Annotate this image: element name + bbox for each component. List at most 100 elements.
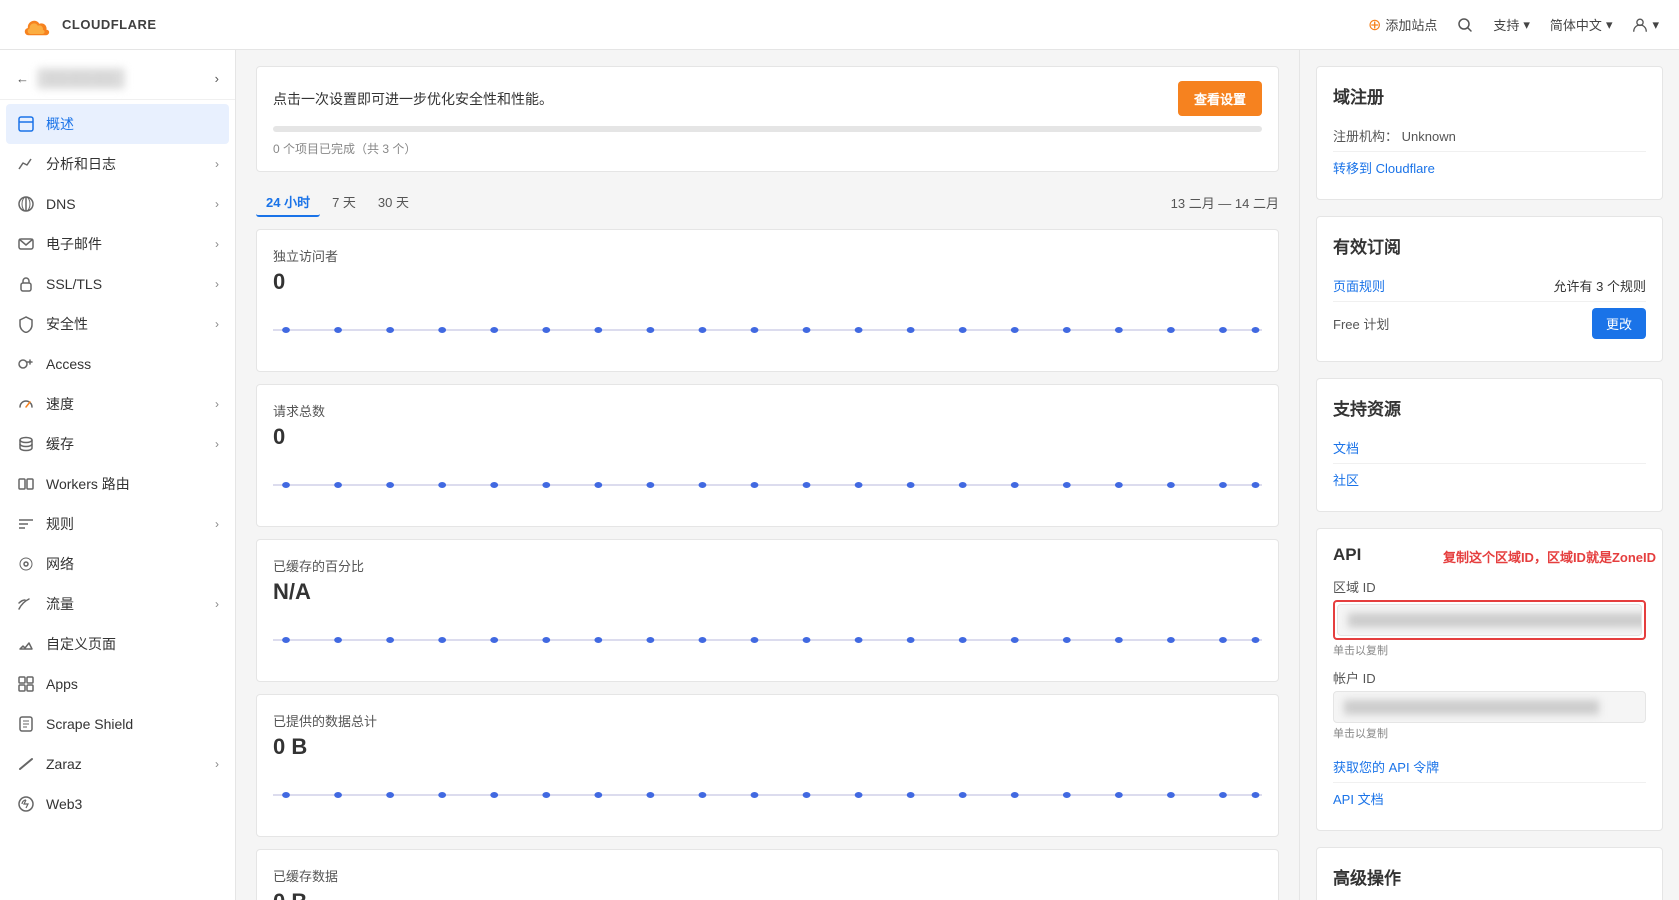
sidebar-item-ssl[interactable]: SSL/TLS › <box>0 264 235 304</box>
sidebar-item-access[interactable]: Access <box>0 344 235 384</box>
sidebar-label-security: 安全性 <box>46 314 205 334</box>
topnav-left: CLOUDFLARE <box>20 13 157 37</box>
add-site-label: 添加站点 <box>1385 15 1437 34</box>
api-docs-link[interactable]: API 文档 <box>1333 789 1384 808</box>
search-button[interactable] <box>1457 17 1473 33</box>
zone-id-copy-text[interactable]: 单击以复制 <box>1333 642 1646 658</box>
account-id-value: ██████████████████████████████ <box>1344 700 1599 714</box>
network-icon <box>16 554 36 574</box>
chart-requests-area <box>273 460 1262 510</box>
chart-requests-title: 请求总数 <box>273 401 1262 420</box>
plan-label: Free 计划 <box>1333 314 1389 333</box>
sidebar-label-workers: Workers 路由 <box>46 474 219 494</box>
sidebar-item-web3[interactable]: Web3 <box>0 784 235 824</box>
chart-cache-pct-line <box>273 615 1262 665</box>
sidebar-item-email[interactable]: 电子邮件 › <box>0 224 235 264</box>
chart-visitors: 独立访问者 0 <box>256 229 1279 372</box>
plan-row: Free 计划 更改 <box>1333 302 1646 345</box>
speed-chevron-icon: › <box>215 397 219 411</box>
time-tab-24h[interactable]: 24 小时 <box>256 188 320 217</box>
sidebar-item-security[interactable]: 安全性 › <box>0 304 235 344</box>
sidebar-item-traffic[interactable]: 流量 › <box>0 584 235 624</box>
chart-cached-data: 已缓存数据 0 B <box>256 849 1279 900</box>
transfer-row: 转移到 Cloudflare <box>1333 152 1646 183</box>
sidebar-item-network[interactable]: 网络 <box>0 544 235 584</box>
sidebar-label-scrapeshield: Scrape Shield <box>46 716 219 732</box>
sidebar-label-access: Access <box>46 356 219 372</box>
api-token-link[interactable]: 获取您的 API 令牌 <box>1333 757 1439 776</box>
lock-icon <box>16 274 36 294</box>
sidebar-back-button[interactable]: ← 域名域名域名 › <box>0 58 235 100</box>
sidebar-item-scrapeshield[interactable]: Scrape Shield <box>0 704 235 744</box>
user-button[interactable]: ▾ <box>1632 17 1659 33</box>
dns-chevron-icon: › <box>215 197 219 211</box>
logo[interactable]: CLOUDFLARE <box>20 13 157 37</box>
chart-icon <box>16 154 36 174</box>
setup-progress-text: 0 个项目已完成（共 3 个） <box>273 140 1262 157</box>
sidebar-label-web3: Web3 <box>46 796 219 812</box>
account-id-field[interactable]: ██████████████████████████████ <box>1333 691 1646 723</box>
community-link[interactable]: 社区 <box>1333 470 1359 489</box>
change-plan-button[interactable]: 更改 <box>1592 308 1646 339</box>
sidebar-label-cache: 缓存 <box>46 434 205 454</box>
api-account-id-container: 帐户 ID ██████████████████████████████ 单击以… <box>1333 668 1646 741</box>
sidebar-item-analytics[interactable]: 分析和日志 › <box>0 144 235 184</box>
cache-icon <box>16 434 36 454</box>
api-token-row: 获取您的 API 令牌 <box>1333 751 1646 783</box>
sidebar-item-apps[interactable]: Apps <box>0 664 235 704</box>
add-site-button[interactable]: ⊕ 添加站点 <box>1368 15 1437 35</box>
dns-icon <box>16 194 36 214</box>
setup-settings-button[interactable]: 查看设置 <box>1178 81 1262 116</box>
right-panel: 域注册 注册机构： Unknown 转移到 Cloudflare 有效订阅 页面… <box>1299 50 1679 900</box>
security-chevron-icon: › <box>215 317 219 331</box>
sidebar-label-network: 网络 <box>46 554 219 574</box>
chart-cache-pct-value: N/A <box>273 579 1262 605</box>
api-zone-id-container: 复制这个区域ID，区域ID就是ZoneID 区域 ID ████████████… <box>1333 577 1646 658</box>
domain-text: 域名域名域名 <box>37 68 125 89</box>
back-arrow-icon: ← <box>16 71 29 86</box>
access-icon <box>16 354 36 374</box>
zone-id-box-annotated: ████████████████████████████████████ <box>1333 600 1646 640</box>
zone-id-field[interactable]: ████████████████████████████████████ <box>1337 604 1642 636</box>
time-tab-7d[interactable]: 7 天 <box>322 188 366 217</box>
docs-link[interactable]: 文档 <box>1333 438 1359 457</box>
user-chevron-icon: ▾ <box>1652 17 1659 33</box>
topnav: CLOUDFLARE ⊕ 添加站点 支持 ▾ 简体中文 ▾ ▾ <box>0 0 1679 50</box>
language-label: 简体中文 <box>1550 15 1602 34</box>
chart-data-title: 已提供的数据总计 <box>273 711 1262 730</box>
sidebar-item-dns[interactable]: DNS › <box>0 184 235 224</box>
sidebar-item-custom[interactable]: 自定义页面 <box>0 624 235 664</box>
subscription-title: 有效订阅 <box>1333 233 1646 258</box>
support-chevron-icon: ▾ <box>1523 17 1530 33</box>
chart-requests-value: 0 <box>273 424 1262 450</box>
time-tab-30d[interactable]: 30 天 <box>368 188 419 217</box>
docs-row: 文档 <box>1333 432 1646 464</box>
setup-banner-text: 点击一次设置即可进一步优化安全性和性能。 <box>273 89 553 109</box>
support-button[interactable]: 支持 ▾ <box>1493 15 1530 34</box>
sidebar-label-email: 电子邮件 <box>46 234 205 254</box>
sidebar-item-zaraz[interactable]: Zaraz › <box>0 744 235 784</box>
chart-requests: 请求总数 0 <box>256 384 1279 527</box>
page-rules-link[interactable]: 页面规则 <box>1333 276 1385 295</box>
zone-id-value: ████████████████████████████████████ <box>1348 613 1642 627</box>
page-rules-row: 页面规则 允许有 3 个规则 <box>1333 270 1646 302</box>
sidebar-item-speed[interactable]: 速度 › <box>0 384 235 424</box>
language-button[interactable]: 简体中文 ▾ <box>1550 15 1613 34</box>
cloudflare-logo-icon <box>20 13 56 37</box>
chart-visitors-value: 0 <box>273 269 1262 295</box>
cloudflare-logo-text: CLOUDFLARE <box>62 17 157 32</box>
setup-progress-bar <box>273 126 1262 132</box>
scrape-icon <box>16 714 36 734</box>
sidebar-item-overview[interactable]: 概述 <box>6 104 229 144</box>
forward-arrow-icon: › <box>215 71 219 86</box>
chart-data-value: 0 B <box>273 734 1262 760</box>
sidebar-item-workers[interactable]: Workers 路由 <box>0 464 235 504</box>
api-docs-row: API 文档 <box>1333 783 1646 814</box>
plus-icon: ⊕ <box>1368 15 1381 35</box>
web3-icon <box>16 794 36 814</box>
transfer-link[interactable]: 转移到 Cloudflare <box>1333 158 1435 177</box>
account-id-copy-text[interactable]: 单击以复制 <box>1333 725 1646 741</box>
chart-data: 已提供的数据总计 0 B <box>256 694 1279 837</box>
sidebar-item-rules[interactable]: 规则 › <box>0 504 235 544</box>
sidebar-item-cache[interactable]: 缓存 › <box>0 424 235 464</box>
